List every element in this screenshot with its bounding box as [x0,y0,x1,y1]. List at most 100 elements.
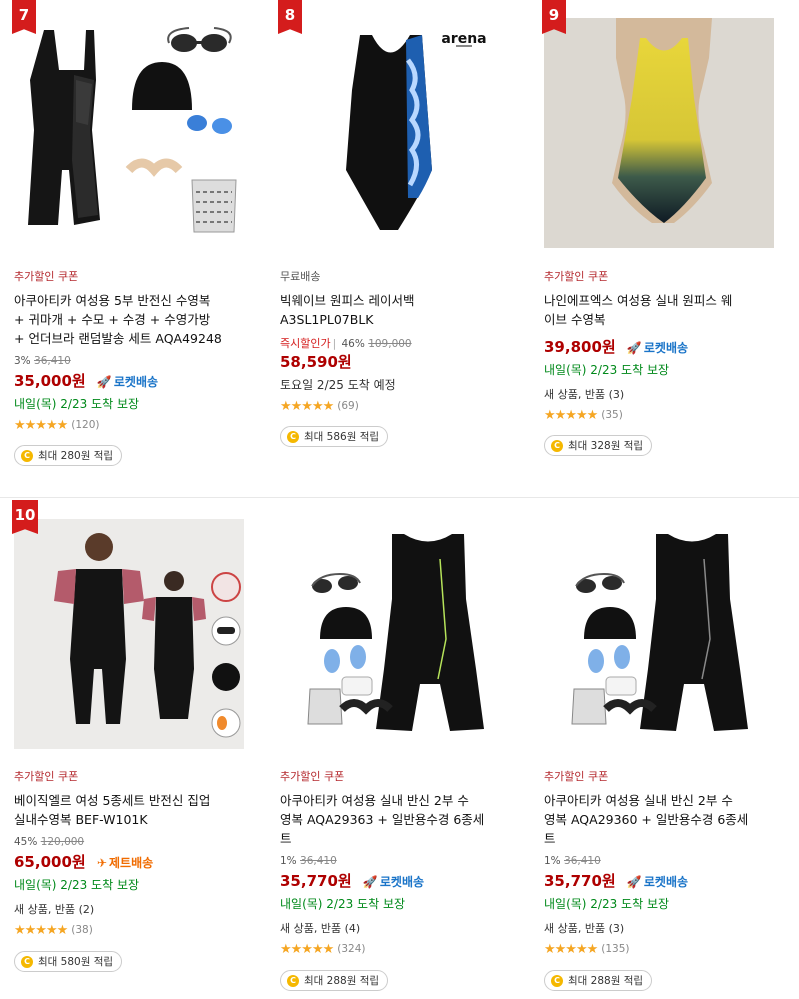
rank-badge: 8 [278,0,302,34]
product-image[interactable] [280,519,510,749]
product-image[interactable] [14,20,244,250]
product-title[interactable]: 아쿠아티카 여성용 실내 반신 2부 수 영복 AQA29363 + 일반용수경… [280,791,530,848]
star-icon: ★★★★★ [544,941,598,957]
review-count: (35) [601,409,623,421]
product-grid: 7 추가할인 쿠폰 아쿠아티카 여성용 5부 반전신 수영복 + 귀마개 + 수… [0,0,799,999]
title-line: 아쿠아티카 여성용 실내 반신 2부 수 [544,793,733,808]
rating-row: ★★★★★ (324) [280,941,366,957]
original-price-row: 1% 36,410 [280,855,337,867]
product-title[interactable]: 베이직엘르 여성 5종세트 반전신 집업 실내수영복 BEF-W101K [14,791,264,829]
coupon-label: 추가할인 쿠폰 [280,770,345,783]
rocket-icon: 🚀 [362,875,378,889]
delivery-promise: 토요일 2/25 도착 예정 [280,378,396,392]
rocket-delivery-badge: 🚀 로켓배송 [363,875,424,889]
rating-row: ★★★★★ (120) [14,417,100,433]
coin-icon: C [287,974,299,987]
original-price: 36,410 [300,855,337,867]
rocket-delivery-badge: 🚀 로켓배송 [627,875,688,889]
title-line: 이브 수영복 [544,312,606,327]
jet-delivery-badge: ✈ 제트배송 [97,856,153,870]
cash-reward-label: 최대 328원 적립 [568,440,644,452]
cash-reward: C 최대 586원 적립 [280,426,389,447]
product-card[interactable]: 10 추가할인 쿠폰 베이직엘르 여성 5종세트 반전신 집업 실내수영복 BE… [0,500,265,999]
discount-rate: 1% [544,855,561,867]
used-return-info: 새 상품, 반품 (3) [544,922,625,935]
coin-icon: C [551,439,563,452]
product-card[interactable]: 추가할인 쿠폰 아쿠아티카 여성용 실내 반신 2부 수 영복 AQA29360… [530,500,795,999]
rocket-icon: 🚀 [626,341,642,355]
cash-reward-label: 최대 580원 적립 [38,956,114,968]
review-count: (38) [71,924,93,936]
sale-price-row: 39,800원 🚀 로켓배송 [544,336,688,357]
star-icon: ★★★★★ [280,941,334,957]
product-image[interactable] [544,519,774,749]
product-image[interactable] [544,18,774,248]
sale-price: 35,000원 [14,372,86,390]
product-title[interactable]: 아쿠아티카 여성용 실내 반신 2부 수 영복 AQA29360 + 일반용수경… [544,791,794,848]
rank-badge: 9 [542,0,566,34]
sale-price-row: 58,590원 [280,351,352,372]
arena-logo: arena [441,31,486,47]
product-image[interactable]: arena [280,20,510,250]
sale-price: 65,000원 [14,853,86,871]
original-price-row: 45% 120,000 [14,836,84,848]
cash-reward-label: 최대 280원 적립 [38,450,114,462]
title-line: 영복 AQA29363 + 일반용수경 6종세 [280,812,485,827]
delivery-promise: 내일(목) 2/23 도착 보장 [544,363,670,377]
badge-label: 로켓배송 [379,875,425,889]
coin-icon: C [21,955,33,968]
title-line: + 귀마개 + 수모 + 수경 + 수영가방 [14,312,211,327]
star-icon: ★★★★★ [14,417,68,433]
title-line: 아쿠아티카 여성용 5부 반전신 수영복 [14,293,211,308]
cash-reward: C 최대 580원 적립 [14,951,123,972]
product-card[interactable]: 8 arena 무료배송 빅웨이브 원피스 레이서백 A3SL1PL07BLK … [266,0,531,497]
star-icon: ★★★★★ [280,398,334,414]
title-line: A3SL1PL07BLK [280,312,374,327]
title-line: 트 [544,831,556,846]
sale-price: 39,800원 [544,338,616,356]
review-count: (324) [337,943,366,955]
coupon-label: 추가할인 쿠폰 [14,770,79,783]
product-title[interactable]: 아쿠아티카 여성용 5부 반전신 수영복 + 귀마개 + 수모 + 수경 + 수… [14,291,264,348]
product-image[interactable] [14,519,244,749]
sale-price-row: 35,770원 🚀 로켓배송 [544,870,688,891]
coin-icon: C [551,974,563,987]
aquatica-set-image [307,534,484,731]
sale-price: 58,590원 [280,353,352,371]
used-return-info: 새 상품, 반품 (3) [544,388,625,401]
title-line: 빅웨이브 원피스 레이서백 [280,293,415,308]
cash-reward-label: 최대 586원 적립 [304,431,380,443]
discount-rate: 46% [341,338,365,350]
badge-label: 제트배송 [108,856,154,870]
product-title[interactable]: 나인에프엑스 여성용 실내 원피스 웨 이브 수영복 [544,291,794,329]
product-card[interactable]: 7 추가할인 쿠폰 아쿠아티카 여성용 5부 반전신 수영복 + 귀마개 + 수… [0,0,265,497]
original-price-row: 1% 36,410 [544,855,601,867]
sale-price-row: 35,770원 🚀 로켓배송 [280,870,424,891]
title-line: 실내수영복 BEF-W101K [14,812,148,827]
original-price: 109,000 [368,338,412,350]
coupon-label: 추가할인 쿠폰 [544,770,609,783]
title-line: + 언더브라 랜덤발송 세트 AQA49248 [14,331,222,346]
aquatica-set-image [571,534,748,731]
badge-label: 로켓배송 [643,341,689,355]
cash-reward: C 최대 280원 적립 [14,445,123,466]
product-title[interactable]: 빅웨이브 원피스 레이서백 A3SL1PL07BLK [280,291,530,329]
review-count: (135) [601,943,630,955]
jet-icon: ✈ [96,856,107,870]
rocket-delivery-badge: 🚀 로켓배송 [627,341,688,355]
cash-reward-label: 최대 288원 적립 [304,975,380,987]
row-divider [0,497,799,498]
product-card[interactable]: 9 추가할인 쿠폰 나인에프엑스 여성용 실내 원피스 웨 이브 수영복 39,… [530,0,795,497]
rating-row: ★★★★★ (135) [544,941,630,957]
delivery-promise: 내일(목) 2/23 도착 보장 [14,397,140,411]
original-price: 36,410 [564,855,601,867]
title-line: 나인에프엑스 여성용 실내 원피스 웨 [544,293,733,308]
arena-swimsuit-image: arena [346,31,487,230]
yellow-swimsuit-image [612,18,712,223]
zipup-swimsuit-image [54,533,241,738]
cash-reward: C 최대 288원 적립 [280,970,389,991]
rank-badge: 10 [12,500,38,534]
product-card[interactable]: 추가할인 쿠폰 아쿠아티카 여성용 실내 반신 2부 수 영복 AQA29363… [266,500,531,999]
review-count: (69) [337,400,359,412]
delivery-promise: 내일(목) 2/23 도착 보장 [544,897,670,911]
